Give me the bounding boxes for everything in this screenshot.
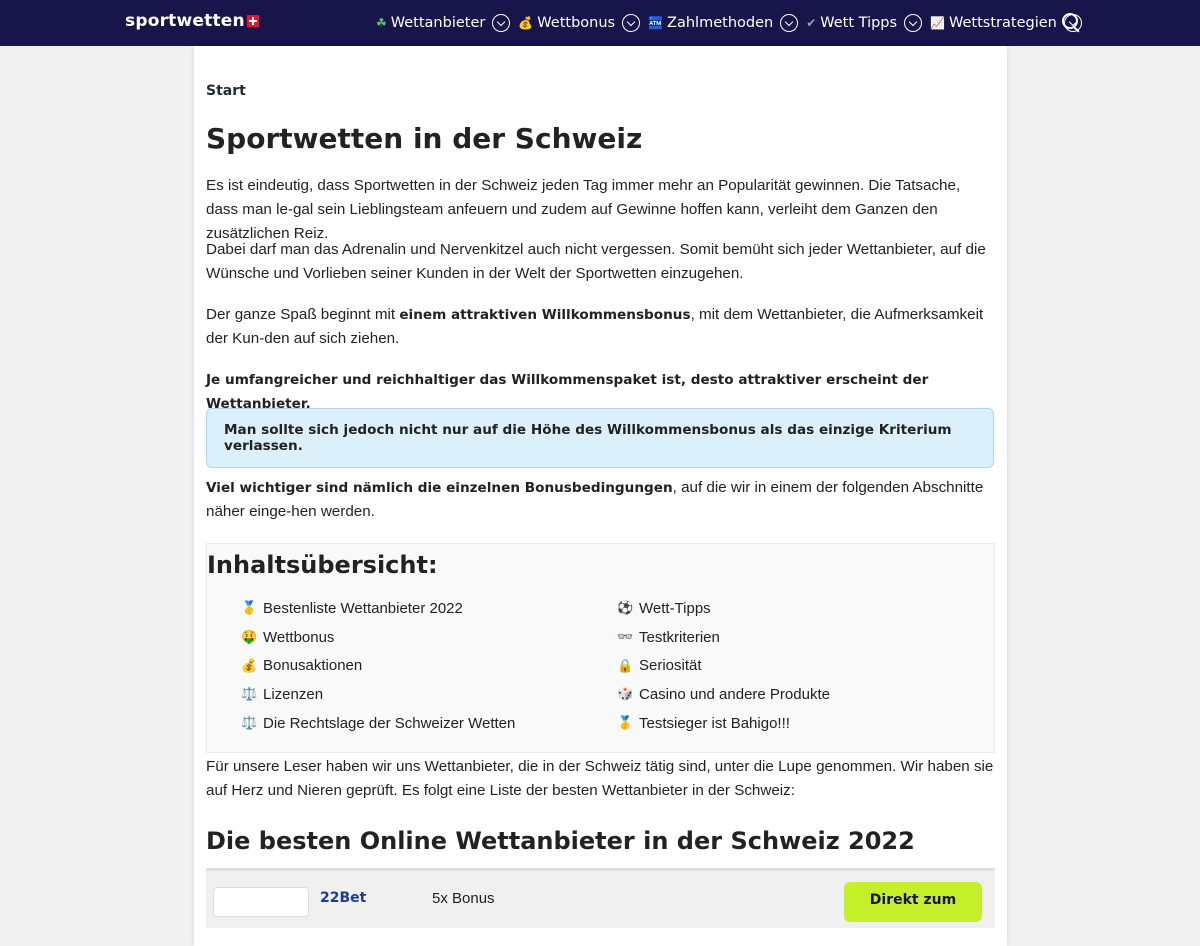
intro-paragraph-2: Dabei darf man das Adrenalin und Nervenk… [206,241,986,282]
intro-paragraph-5: Viel wichtiger sind nämlich die einzelne… [206,476,994,524]
chevron-down-icon[interactable] [904,14,923,32]
money-bag-icon: 💰 [241,657,258,673]
bookmaker-name[interactable]: 22Bet [320,890,366,906]
toc-item-lizenzen[interactable]: ⚖️ Lizenzen [241,680,515,709]
toc-item-casino[interactable]: 🎲 Casino und andere Produkte [617,680,830,709]
toc-label[interactable]: Bonusaktionen [263,657,362,674]
toc-label[interactable]: Wett-Tipps [639,600,711,617]
toc-label[interactable]: Casino und andere Produkte [639,686,830,703]
toc-item-testsieger[interactable]: 🥇 Testsieger ist Bahigo!!! [617,709,830,738]
nav-label-zahlmethoden[interactable]: Zahlmethoden [667,15,773,31]
toc-item-rechtslage[interactable]: ⚖️ Die Rechtslage der Schweizer Wetten [241,709,515,738]
section-title: Die besten Online Wettanbieter in der Sc… [206,827,915,855]
toc-title: Inhaltsübersicht: [207,551,438,579]
toc-item-wettbonus[interactable]: 🤑 Wettbonus [241,623,515,652]
money-bag-icon: 💰 [518,16,534,30]
toc-label[interactable]: Seriosität [639,657,702,674]
swiss-flag-icon [246,15,259,27]
toc-list-left: 🥇 Bestenliste Wettanbieter 2022 🤑 Wettbonu… [241,594,515,737]
nav-item-wettanbieter[interactable]: ☘ Wettanbieter [376,14,511,32]
toc-label[interactable]: Die Rechtslage der Schweizer Wetten [263,715,515,732]
info-box: Man sollte sich jedoch nicht nur auf die… [206,408,994,468]
toc-label[interactable]: Lizenzen [263,686,323,703]
intro-paragraph-1: Es ist eindeutig, dass Sportwetten in de… [206,177,961,242]
toc-item-testkriterien[interactable]: 👓 Testkriterien [617,623,830,652]
toc-label[interactable]: Wettbonus [263,629,334,646]
search-icon[interactable] [1062,13,1082,33]
page-title: Sportwetten in der Schweiz [206,122,643,155]
nav-label-wettstrategien[interactable]: Wettstrategien [949,15,1057,31]
toc-item-bestenliste[interactable]: 🥇 Bestenliste Wettanbieter 2022 [241,594,515,623]
atm-icon: 🏧 [648,16,664,30]
scales-icon: ⚖️ [241,715,258,731]
nav-item-zahlmethoden[interactable]: 🏧 Zahlmethoden [648,14,799,32]
bookmaker-row: 22Bet 5x Bonus Direkt zum [206,868,995,928]
lock-icon: 🔒 [617,657,634,673]
nav-item-wettstrategien[interactable]: 📈 Wettstrategien [930,14,1082,32]
clover-icon: ☘ [376,16,387,30]
p5-text-bold: Viel wichtiger sind nämlich die einzelne… [206,480,673,496]
scales-icon: ⚖️ [241,686,258,702]
chevron-down-icon[interactable] [492,14,511,32]
soccer-ball-icon: ⚽ [617,600,634,616]
info-box-text: Man sollte sich jedoch nicht nur auf die… [224,422,952,454]
nav-item-wett-tipps[interactable]: ✔ Wett Tipps [806,14,923,32]
table-of-contents: Inhaltsübersicht: 🥇 Bestenliste Wettanbie… [206,543,995,753]
chevron-down-icon[interactable] [780,14,799,32]
toc-label[interactable]: Bestenliste Wettanbieter 2022 [263,600,463,617]
medal-icon: 🥇 [617,715,634,731]
chart-increasing-icon: 📈 [930,16,946,30]
bookmaker-bonus: 5x Bonus [432,890,495,907]
p3-text-bold: einem attraktiven Willkommensbonus [399,307,691,323]
money-face-icon: 🤑 [241,629,258,645]
article-container: Start Sportwetten in der Schweiz Es ist … [194,46,1007,946]
top-navigation-bar: sportwetten ☘ Wettanbieter 💰 Wettbonus 🏧… [0,0,1200,46]
dice-icon: 🎲 [617,686,634,702]
site-logo-text[interactable]: sportwetten [125,11,245,31]
toc-list-right: ⚽ Wett-Tipps 👓 Testkriterien 🔒 Seriosität 🎲… [617,594,830,737]
breadcrumb[interactable]: Start [206,83,246,99]
bookmaker-logo[interactable] [213,887,309,917]
chevron-down-icon[interactable] [622,14,641,32]
nav-item-wettbonus[interactable]: 💰 Wettbonus [518,14,641,32]
toc-item-seriositaet[interactable]: 🔒 Seriosität [617,651,830,680]
toc-label[interactable]: Testsieger ist Bahigo!!! [639,715,790,732]
nav-label-wett-tipps[interactable]: Wett Tipps [820,15,897,31]
nav-label-wettbonus[interactable]: Wettbonus [537,15,615,31]
toc-item-bonusaktionen[interactable]: 💰 Bonusaktionen [241,651,515,680]
after-toc-paragraph: Für unsere Leser haben wir uns Wettanbie… [206,758,994,799]
toc-item-wett-tipps[interactable]: ⚽ Wett-Tipps [617,594,830,623]
site-logo[interactable]: sportwetten [125,11,259,31]
main-nav: ☘ Wettanbieter 💰 Wettbonus 🏧 Zahlmethode… [376,0,1090,46]
medal-icon: 🥇 [241,600,258,616]
glasses-icon: 👓 [617,629,634,645]
p3-text-pre: Der ganze Spaß beginnt mit [206,306,400,323]
intro-paragraph-3: Der ganze Spaß beginnt mit einem attrakt… [206,303,994,351]
nav-label-wettanbieter[interactable]: Wettanbieter [391,15,486,31]
check-mark-icon: ✔ [806,16,817,30]
visit-bookmaker-button[interactable]: Direkt zum [844,882,982,922]
toc-label[interactable]: Testkriterien [639,629,720,646]
